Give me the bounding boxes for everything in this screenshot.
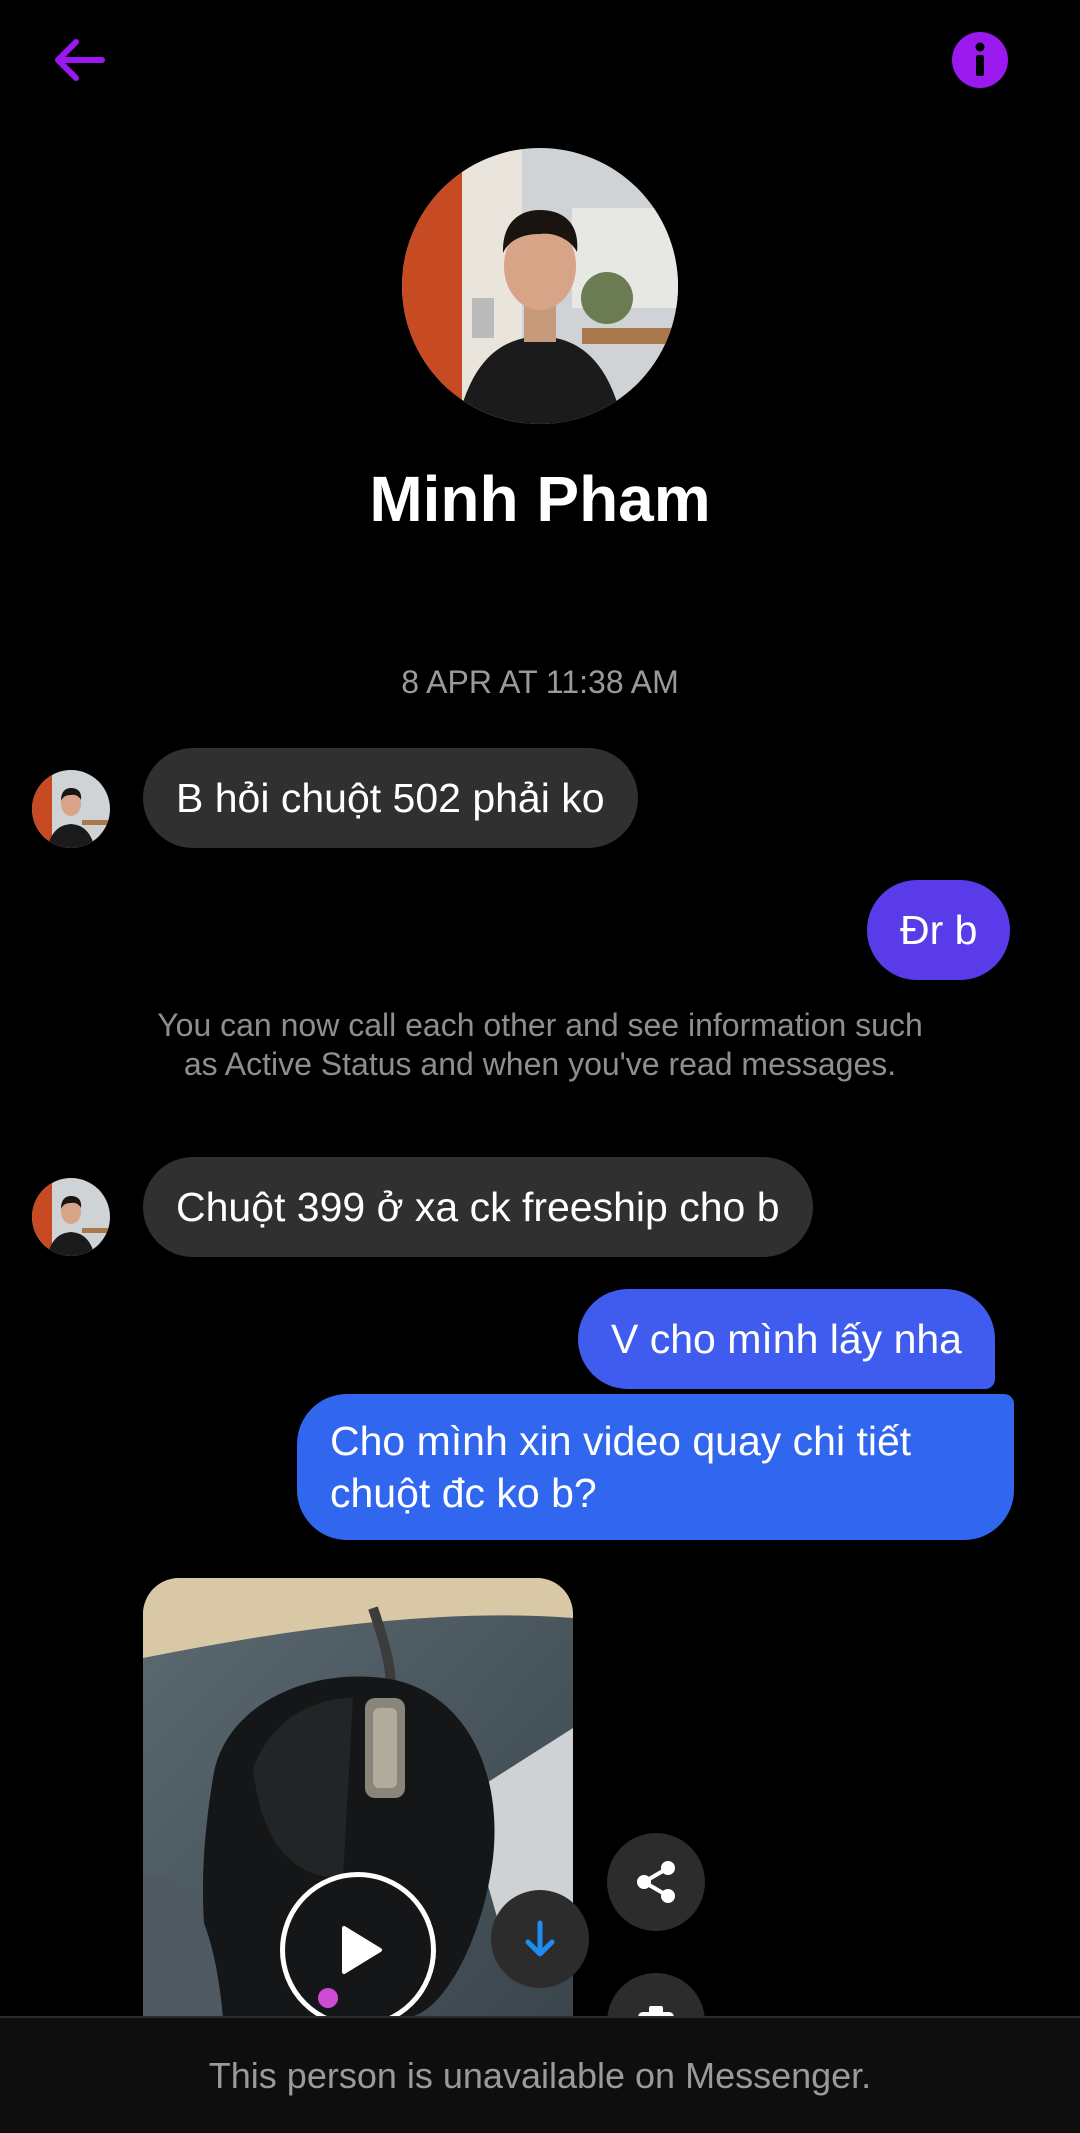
conversation-timestamp: 8 APR AT 11:38 AM [401, 664, 679, 700]
sender-avatar[interactable] [32, 1178, 110, 1256]
arrow-left-icon [55, 39, 105, 81]
message-bubble-incoming[interactable]: Chuột 399 ở xa ck freeship cho b [143, 1157, 813, 1257]
message-bubble-outgoing[interactable]: Đr b [867, 880, 1011, 980]
message-bubble-outgoing[interactable]: Cho mình xin video quay chi tiết chuột đ… [297, 1394, 1014, 1540]
message-bubble-incoming[interactable]: B hỏi chuột 502 phải ko [143, 748, 638, 848]
unavailable-notice-bar: This person is unavailable on Messenger. [0, 2016, 1080, 2133]
profile-avatar[interactable] [402, 148, 678, 424]
play-icon [342, 1926, 382, 1974]
message-line: Cho mình xin video quay chi tiết [330, 1418, 912, 1464]
info-icon [952, 32, 1008, 88]
share-icon [637, 1861, 675, 1903]
contact-name: Minh Pham [369, 463, 711, 535]
download-button[interactable] [491, 1890, 589, 1988]
message-line: chuột đc ko b? [330, 1470, 597, 1516]
video-play-button[interactable] [280, 1872, 436, 2028]
back-button[interactable] [40, 28, 116, 92]
download-icon [525, 1920, 555, 1957]
info-button[interactable] [950, 30, 1010, 90]
share-button[interactable] [607, 1833, 705, 1931]
system-notice: You can now call each other and see info… [157, 1007, 923, 1082]
sender-avatar[interactable] [32, 770, 110, 848]
message-bubble-outgoing[interactable]: V cho mình lấy nha [578, 1289, 995, 1389]
unavailable-notice-text: This person is unavailable on Messenger. [208, 2054, 872, 2096]
